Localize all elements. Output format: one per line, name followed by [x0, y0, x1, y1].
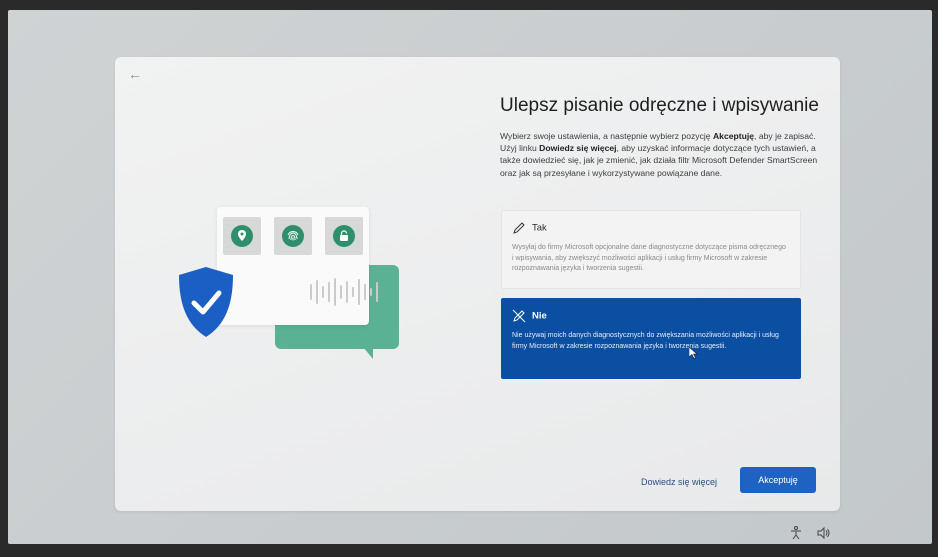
shield-check-icon [179, 267, 233, 337]
page-title: Ulepsz pisanie odręczne i wpisywanie [500, 95, 819, 116]
oobe-screen: ← Ulepsz pisanie odręczne i wpisywanie W… [8, 10, 932, 544]
location-pin-icon [231, 225, 253, 247]
lock-tile [325, 217, 363, 255]
description: Wybierz swoje ustawienia, a następnie wy… [500, 130, 818, 179]
fingerprint-tile [274, 217, 312, 255]
sound-wave-icon [310, 278, 378, 306]
location-tile [223, 217, 261, 255]
description-accept-ref: Akceptuję [712, 131, 755, 141]
description-part1: Wybierz swoje ustawienia, a następnie wy… [500, 131, 713, 141]
option-yes[interactable]: Tak Wysyłaj do firmy Microsoft opcjonaln… [501, 210, 801, 289]
option-no-description: Nie używaj moich danych diagnostycznych … [512, 332, 779, 350]
accessibility-icon[interactable] [788, 525, 804, 541]
settings-card [217, 207, 378, 325]
privacy-dialog: ← Ulepsz pisanie odręczne i wpisywanie W… [115, 57, 840, 511]
illustration [175, 207, 415, 377]
accept-button[interactable]: Akceptuję [740, 467, 816, 493]
option-yes-description: Wysyłaj do firmy Microsoft opcjonalne da… [512, 244, 786, 272]
option-yes-header: Tak [512, 221, 547, 235]
fingerprint-icon [282, 225, 304, 247]
pen-off-icon [512, 309, 526, 323]
mouse-cursor-icon [689, 347, 698, 359]
pen-icon [513, 222, 525, 234]
chat-bubble-tail [363, 347, 373, 359]
option-yes-label: Tak [532, 222, 547, 234]
lock-icon [333, 225, 355, 247]
speaker-icon[interactable] [816, 525, 832, 541]
option-no-header: Nie [512, 309, 547, 323]
learn-more-link[interactable]: Dowiedz się więcej [641, 477, 717, 487]
description-learn-more-ref: Dowiedz się więcej [539, 143, 617, 154]
back-button[interactable]: ← [123, 63, 147, 85]
option-no-label: Nie [532, 310, 547, 322]
option-no[interactable]: Nie Nie używaj moich danych diagnostyczn… [501, 298, 801, 379]
arrow-left-icon: ← [128, 66, 142, 82]
